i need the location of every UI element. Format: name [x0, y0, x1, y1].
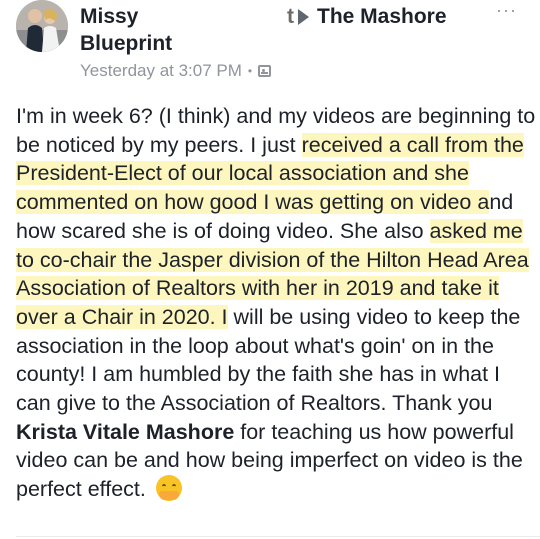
emoji-hands — [158, 491, 179, 501]
mention-link[interactable]: Krista Vitale Mashore — [16, 420, 234, 444]
arrow-right-icon — [298, 8, 309, 25]
separator: • — [247, 64, 253, 78]
truncated-char: t — [287, 5, 294, 28]
author-name[interactable]: Missy Blueprint — [80, 3, 210, 57]
target-group-name[interactable]: The Mashore — [317, 3, 447, 30]
hugging-face-emoji-icon — [155, 475, 182, 502]
shared-to: t The Mashore — [287, 3, 447, 30]
timestamp[interactable]: Yesterday at 3:07 PM — [80, 60, 242, 82]
more-options-icon[interactable]: ··· — [496, 0, 517, 20]
avatar-photo — [16, 0, 68, 52]
divider — [16, 536, 540, 537]
post-meta: Yesterday at 3:07 PM • — [80, 60, 272, 82]
post-body: I'm in week 6? (I think) and my videos a… — [16, 102, 540, 504]
facebook-post: Missy Blueprint t The Mashore ··· Yester… — [0, 0, 540, 539]
avatar[interactable] — [16, 0, 68, 52]
group-privacy-icon[interactable] — [258, 65, 272, 77]
